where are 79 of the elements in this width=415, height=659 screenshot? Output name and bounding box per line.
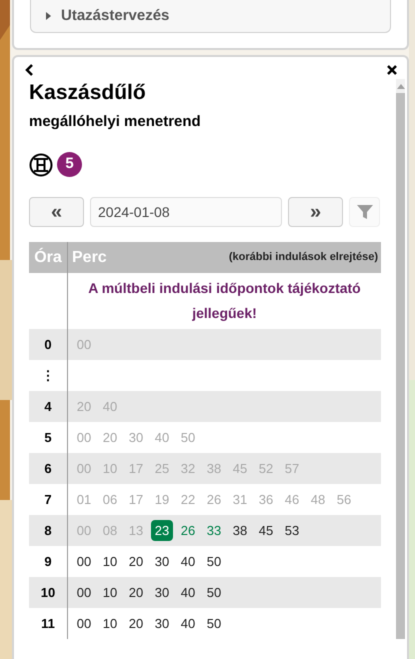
minute: 50 [206,614,222,633]
minute: 20 [128,552,144,571]
minute: 26 [206,490,222,509]
minute: 22 [180,490,196,509]
notice-text: A múltbeli indulási időpontok tájékoztató jellegűek! [87,279,362,323]
filter-button[interactable] [349,197,380,227]
minute: 17 [128,460,144,478]
minute: 00 [76,584,92,602]
arrow-up-icon[interactable] [396,84,404,88]
minute: 20 [76,398,92,416]
minute: 00 [76,460,92,478]
minute: 20 [128,584,144,602]
minute: 45 [258,522,274,540]
minute: 33 [206,522,222,540]
minute: 38 [232,522,248,540]
minute: 30 [154,552,170,571]
hour-cell: 10 [29,577,68,608]
minute: 00 [76,522,92,540]
minute: 13 [128,522,144,540]
stop-sign-icon [29,152,53,176]
minute: 31 [232,490,248,509]
minute: 10 [102,460,118,478]
minute: 01 [76,490,92,509]
minute: 38 [206,460,222,478]
minute: 40 [154,428,170,447]
minute: 52 [258,460,274,478]
date-field[interactable]: 2024-01-08 [90,197,282,227]
previous-day-button[interactable]: « [29,197,84,227]
minute: 36 [258,490,274,509]
accordion-header[interactable]: Utazástervezés [30,0,391,33]
minute: 10 [102,552,118,571]
hour-cell: 6 [29,453,68,484]
next-day-button[interactable]: » [288,197,343,227]
minute: 10 [102,584,118,602]
minute: 26 [180,522,196,540]
hour-cell: 8 [29,515,68,546]
minute: 30 [128,428,144,447]
hour-cell: 0 [29,329,68,360]
minute: 56 [336,490,352,509]
minute: 45 [232,460,248,478]
minute: 20 [128,614,144,633]
minute: 50 [206,584,222,602]
caret-icon [45,12,51,20]
minute: 00 [76,428,92,447]
minute: 30 [154,584,170,602]
minute: 50 [206,552,222,571]
minute: 50 [180,428,196,447]
column-header: Perc [72,248,107,268]
minute: 48 [310,490,326,509]
minute: 00 [76,336,92,354]
minute: 40 [102,398,118,416]
minute: 19 [154,490,170,509]
minute: 06 [102,490,118,509]
minute: 57 [284,460,300,478]
column-header: Óra [29,242,68,273]
minute: 08 [102,522,118,540]
minute: 40 [180,584,196,602]
next-departure: 23 [151,520,173,541]
minute: 40 [180,552,196,571]
minute: 30 [154,614,170,633]
filter-icon [356,204,372,220]
scrollbar[interactable] [396,79,405,639]
minute: 20 [102,428,118,447]
hide-earlier-link[interactable]: (korábbi indulások elrejtése) [228,249,378,266]
subtitle: megállóhelyi menetrend [29,112,202,132]
minute: 32 [180,460,196,478]
hour-cell: 11 [29,608,68,639]
minute: 25 [154,460,170,478]
close-button[interactable] [385,63,399,77]
minute: 46 [284,490,300,509]
minute: 00 [76,614,92,633]
hour-cell: 4 [29,391,68,422]
minute: 17 [128,490,144,509]
minute: 10 [102,614,118,633]
stop-title: Kaszásdűlő [29,80,147,106]
minute: 53 [284,522,300,540]
minute: 00 [76,552,92,571]
route-badge[interactable]: 5 [57,152,82,177]
minute: 40 [180,614,196,633]
